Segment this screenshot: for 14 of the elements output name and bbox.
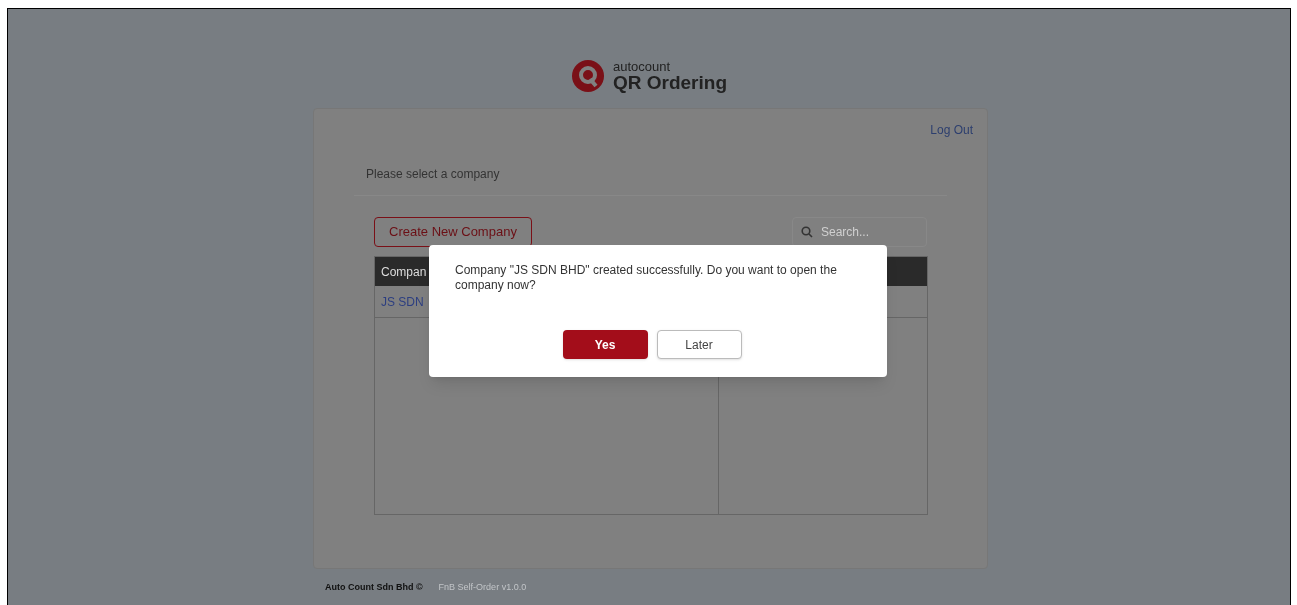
yes-button[interactable]: Yes <box>562 330 648 359</box>
footer-version: FnB Self-Order v1.0.0 <box>438 581 527 594</box>
footer-company: Auto Count Sdn Bhd © <box>325 581 423 594</box>
search-icon <box>801 226 813 238</box>
logout-link[interactable]: Log Out <box>930 121 973 139</box>
prompt-text: Please select a company <box>366 167 500 181</box>
logo-icon <box>571 59 605 93</box>
dialog-message: Company "JS SDN BHD" created successfully. Do you want to open the company now? <box>455 263 838 293</box>
column-header: Compan <box>381 263 427 281</box>
brand-name: autocount <box>613 60 672 73</box>
later-button[interactable]: Later <box>656 330 742 359</box>
company-link[interactable]: JS SDN <box>375 292 430 311</box>
search-field[interactable]: Search... <box>792 217 927 247</box>
product-name: QR Ordering <box>613 73 727 92</box>
